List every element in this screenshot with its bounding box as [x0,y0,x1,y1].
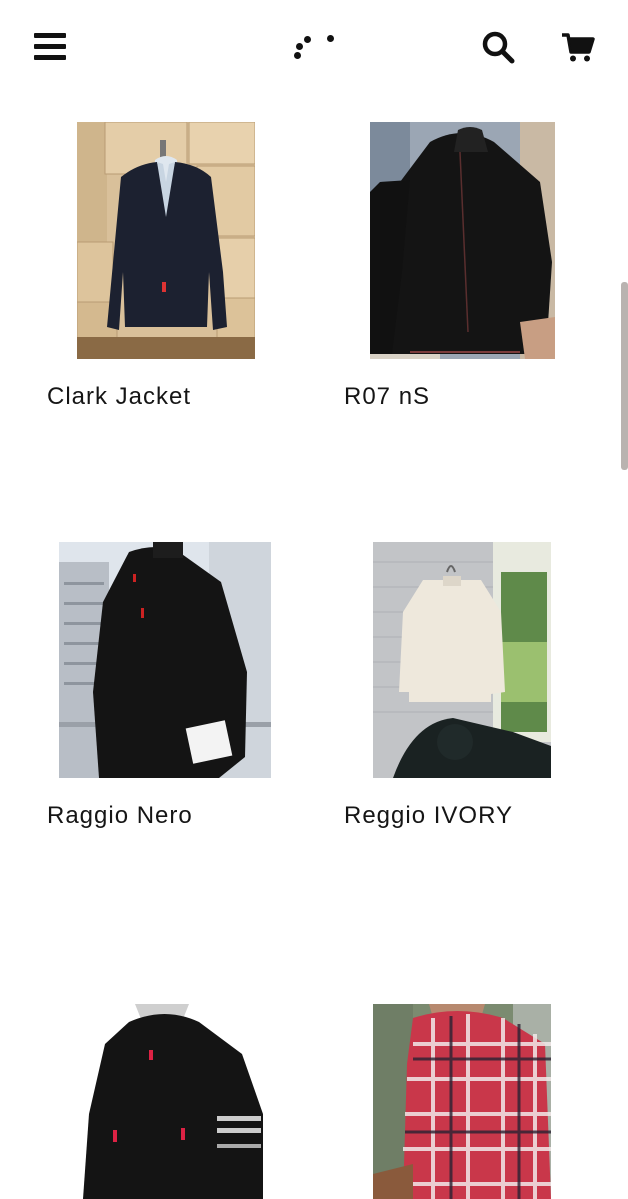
top-header [0,0,628,95]
product-image[interactable] [373,542,551,778]
product-image[interactable] [59,542,271,778]
product-image[interactable] [373,1004,551,1199]
product-title[interactable]: Reggio IVORY [344,802,513,830]
cart-icon[interactable] [561,33,595,63]
product-title[interactable]: R07 nS [344,383,430,411]
search-icon[interactable] [481,30,515,64]
product-image[interactable] [370,122,555,359]
product-title[interactable]: Clark Jacket [47,383,191,411]
menu-icon[interactable] [34,33,66,61]
product-image[interactable] [77,122,255,359]
product-image[interactable] [77,1004,267,1199]
scrollbar[interactable] [621,282,628,470]
logo[interactable] [290,32,340,64]
product-title[interactable]: Raggio Nero [47,802,193,830]
